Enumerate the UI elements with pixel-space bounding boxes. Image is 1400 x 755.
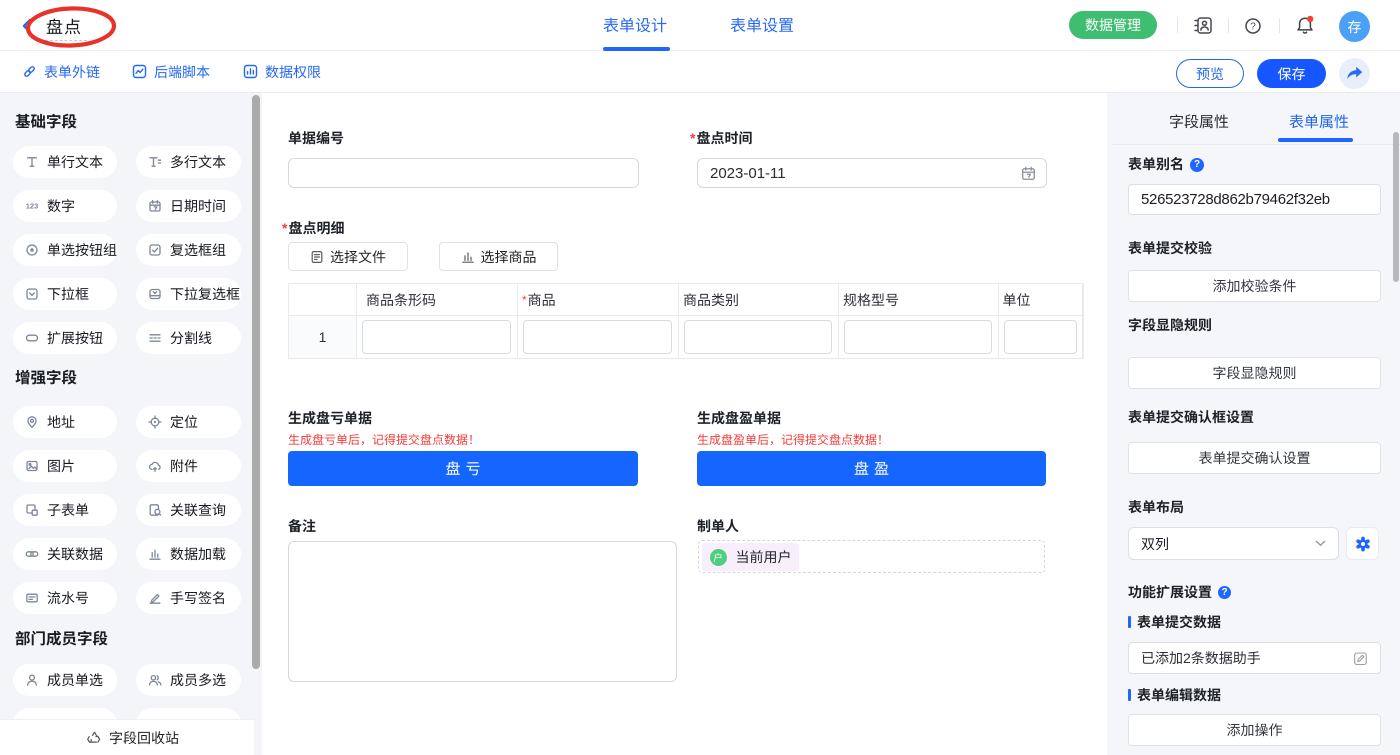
svg-text:?: ? xyxy=(1250,22,1256,33)
svg-text:123: 123 xyxy=(26,202,39,211)
